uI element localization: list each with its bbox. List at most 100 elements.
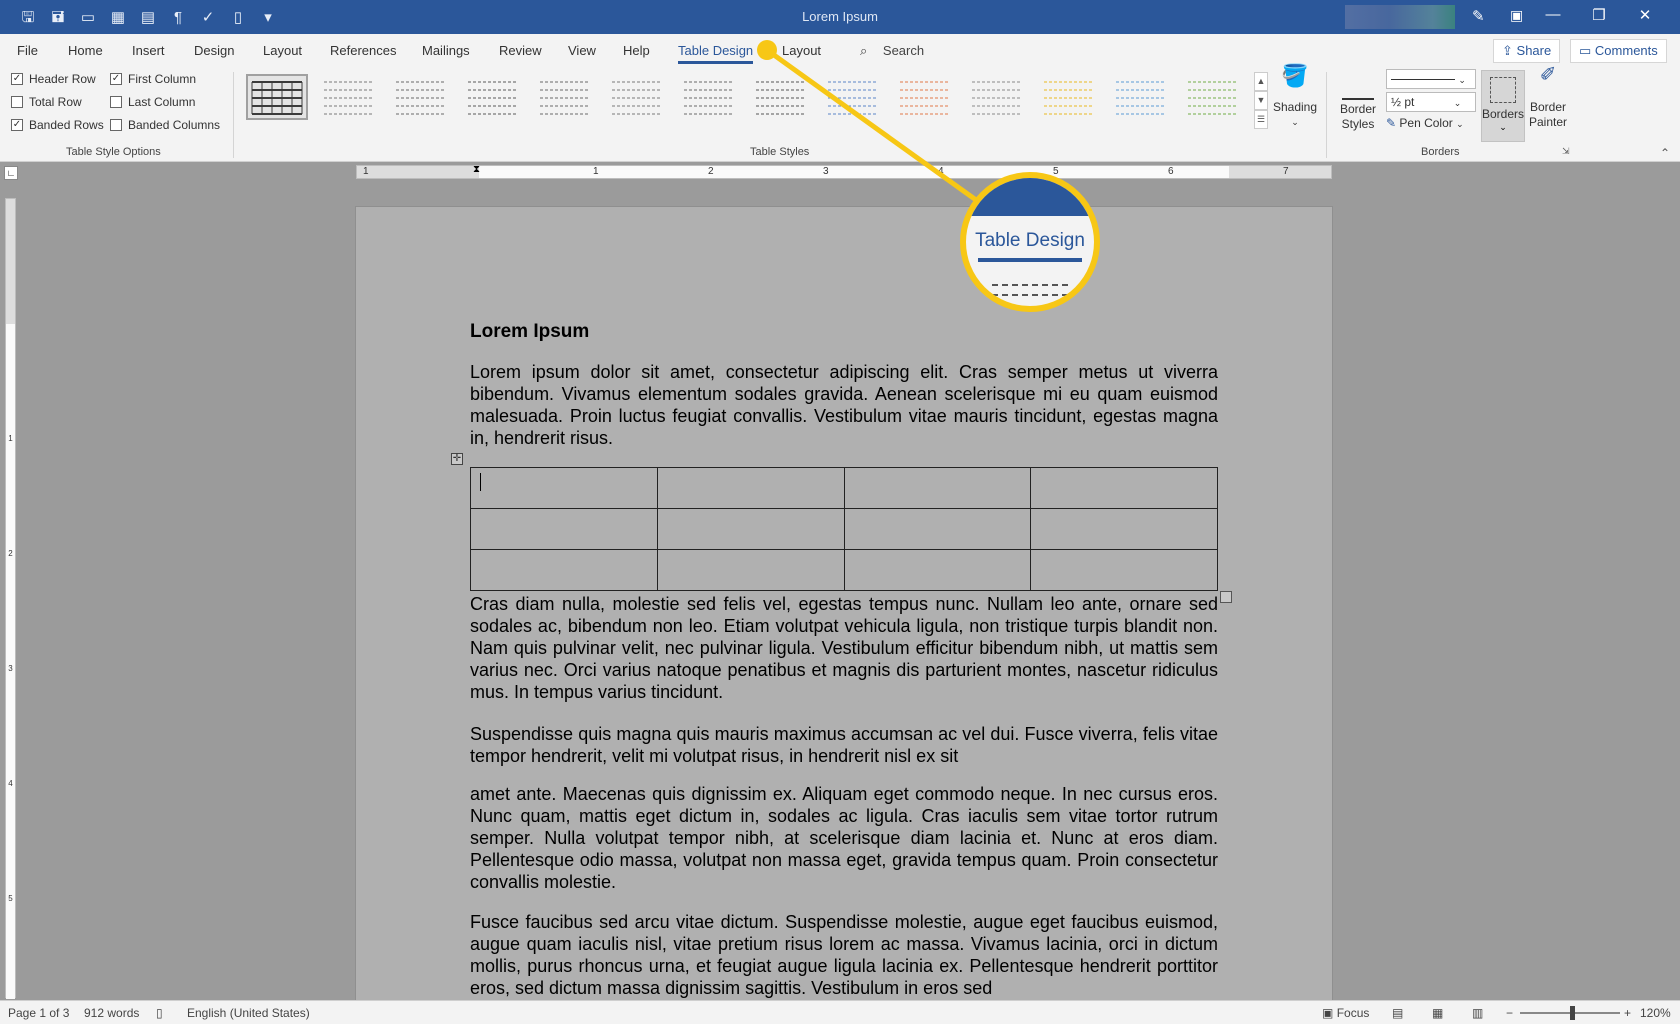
- zoom-out-button[interactable]: −: [1506, 1006, 1513, 1020]
- ribbon-display-icon[interactable]: ▣: [1510, 7, 1523, 24]
- line-style-select[interactable]: ⌄: [1386, 69, 1476, 89]
- tab-selector-icon[interactable]: ∟: [4, 166, 18, 180]
- share-button[interactable]: ⇪ Share: [1493, 39, 1561, 63]
- table-style-thumbnail[interactable]: [1184, 76, 1242, 118]
- pen-color-button[interactable]: ✎ Pen Color ⌄: [1386, 116, 1464, 132]
- header-row-checkbox[interactable]: ✓: [11, 73, 23, 85]
- focus-button[interactable]: ▣ Focus: [1322, 1006, 1369, 1020]
- total-row-checkbox[interactable]: [11, 96, 23, 108]
- table-cell[interactable]: [656, 467, 845, 509]
- table-cell[interactable]: [1030, 508, 1218, 550]
- language[interactable]: English (United States): [187, 1006, 310, 1020]
- minimize-icon[interactable]: —: [1530, 6, 1576, 24]
- table-style-thumbnail[interactable]: [608, 76, 666, 118]
- document-table[interactable]: [470, 467, 1218, 591]
- option-header-row[interactable]: ✓ Header Row: [11, 72, 96, 86]
- gallery-down-icon[interactable]: ▼: [1254, 91, 1268, 110]
- table-style-thumbnail[interactable]: [320, 76, 378, 118]
- print-layout-icon[interactable]: ▦: [1432, 1006, 1443, 1020]
- table-style-thumbnail[interactable]: [246, 74, 308, 120]
- zoom-in-button[interactable]: +: [1624, 1006, 1631, 1020]
- paragraph[interactable]: amet ante. Maecenas quis dignissim ex. A…: [470, 783, 1218, 893]
- table-style-thumbnail[interactable]: [1040, 76, 1098, 118]
- comments-button[interactable]: ▭ Comments: [1570, 39, 1667, 63]
- table-style-preview: [324, 81, 374, 115]
- table-cell[interactable]: [470, 549, 658, 591]
- tab-help[interactable]: Help: [623, 43, 650, 58]
- last-column-checkbox[interactable]: [110, 96, 122, 108]
- paragraph[interactable]: Cras diam nulla, molestie sed felis vel,…: [470, 593, 1218, 703]
- tab-mailings[interactable]: Mailings: [422, 43, 470, 58]
- table-cell[interactable]: [843, 549, 1032, 591]
- table-style-thumbnail[interactable]: [1112, 76, 1170, 118]
- table-style-thumbnail[interactable]: [392, 76, 450, 118]
- line-weight-value: ½ pt: [1391, 95, 1415, 109]
- proofing-icon[interactable]: ▯: [156, 1006, 163, 1020]
- collapse-ribbon-icon[interactable]: ⌃: [1660, 146, 1670, 160]
- vertical-ruler[interactable]: 1 2 3 4 5: [5, 198, 16, 999]
- table-cell[interactable]: [656, 508, 845, 550]
- tab-review[interactable]: Review: [499, 43, 542, 58]
- document-heading[interactable]: Lorem Ipsum: [470, 321, 1218, 343]
- paragraph[interactable]: Fusce faucibus sed arcu vitae dictum. Su…: [470, 911, 1218, 999]
- table-cell[interactable]: [843, 467, 1032, 509]
- zoom-level[interactable]: 120%: [1640, 1006, 1671, 1020]
- shading-button[interactable]: 🪣 Shading ⌄: [1272, 65, 1318, 130]
- tab-layout[interactable]: Layout: [263, 43, 302, 58]
- option-total-row[interactable]: Total Row: [11, 95, 82, 109]
- table-cell[interactable]: [470, 467, 658, 509]
- line-weight-select[interactable]: ½ pt ⌄: [1386, 92, 1476, 112]
- dialog-launcher-icon[interactable]: ⇲: [1562, 146, 1570, 157]
- tab-home[interactable]: Home: [68, 43, 103, 58]
- tab-view[interactable]: View: [568, 43, 596, 58]
- restore-icon[interactable]: ❐: [1576, 6, 1622, 24]
- table-style-thumbnail[interactable]: [536, 76, 594, 118]
- tab-file[interactable]: File: [17, 43, 38, 58]
- border-painter-label-2: Painter: [1528, 115, 1568, 129]
- tab-insert[interactable]: Insert: [132, 43, 165, 58]
- table-style-thumbnail[interactable]: [680, 76, 738, 118]
- table-style-thumbnail[interactable]: [896, 76, 954, 118]
- table-style-thumbnail[interactable]: [752, 76, 810, 118]
- table-cell[interactable]: [656, 549, 845, 591]
- option-first-column[interactable]: ✓ First Column: [110, 72, 196, 86]
- option-banded-rows[interactable]: ✓ Banded Rows: [11, 118, 104, 132]
- table-move-icon[interactable]: ✛: [451, 453, 463, 465]
- indent-marker-icon[interactable]: ⧗: [473, 164, 480, 175]
- zoom-slider-thumb[interactable]: [1570, 1006, 1575, 1020]
- table-style-thumbnail[interactable]: [824, 76, 882, 118]
- tab-table-layout[interactable]: Layout: [782, 43, 821, 58]
- banded-columns-checkbox[interactable]: [110, 119, 122, 131]
- border-painter-button[interactable]: ✐ Border Painter: [1528, 65, 1568, 130]
- option-banded-columns[interactable]: Banded Columns: [110, 118, 220, 132]
- table-style-thumbnail[interactable]: [968, 76, 1026, 118]
- document-page[interactable]: Lorem Ipsum Lorem ipsum dolor sit amet, …: [356, 207, 1332, 1000]
- word-count[interactable]: 912 words: [84, 1006, 139, 1020]
- page-count[interactable]: Page 1 of 3: [8, 1006, 69, 1020]
- table-cell[interactable]: [1030, 549, 1218, 591]
- tab-design[interactable]: Design: [194, 43, 234, 58]
- first-column-checkbox[interactable]: ✓: [110, 73, 122, 85]
- tab-table-design[interactable]: Table Design: [678, 43, 754, 64]
- banded-rows-checkbox[interactable]: ✓: [11, 119, 23, 131]
- read-mode-icon[interactable]: ▤: [1392, 1006, 1403, 1020]
- gallery-more-icon[interactable]: ☰: [1254, 110, 1268, 129]
- table-cell[interactable]: [843, 508, 1032, 550]
- borders-button[interactable]: Borders ⌄: [1481, 70, 1525, 142]
- horizontal-ruler[interactable]: 1 1 2 3 4 5 6 7 ⧗: [356, 164, 1332, 179]
- web-layout-icon[interactable]: ▥: [1472, 1006, 1483, 1020]
- search-box[interactable]: ⌕ Search: [860, 43, 924, 59]
- tab-references[interactable]: References: [330, 43, 396, 58]
- table-cell[interactable]: [1030, 467, 1218, 509]
- table-resize-handle[interactable]: [1220, 591, 1232, 603]
- gallery-up-icon[interactable]: ▲: [1254, 72, 1268, 91]
- paragraph[interactable]: Lorem ipsum dolor sit amet, consectetur …: [470, 361, 1218, 449]
- table-style-thumbnail[interactable]: [464, 76, 522, 118]
- table-cell[interactable]: [470, 508, 658, 550]
- border-styles-button[interactable]: Border Styles: [1334, 68, 1382, 132]
- pen-icon[interactable]: ✎: [1472, 7, 1485, 25]
- option-last-column[interactable]: Last Column: [110, 95, 195, 109]
- close-icon[interactable]: ✕: [1622, 6, 1668, 24]
- paragraph[interactable]: Suspendisse quis magna quis mauris maxim…: [470, 723, 1218, 767]
- account-area[interactable]: [1345, 5, 1455, 29]
